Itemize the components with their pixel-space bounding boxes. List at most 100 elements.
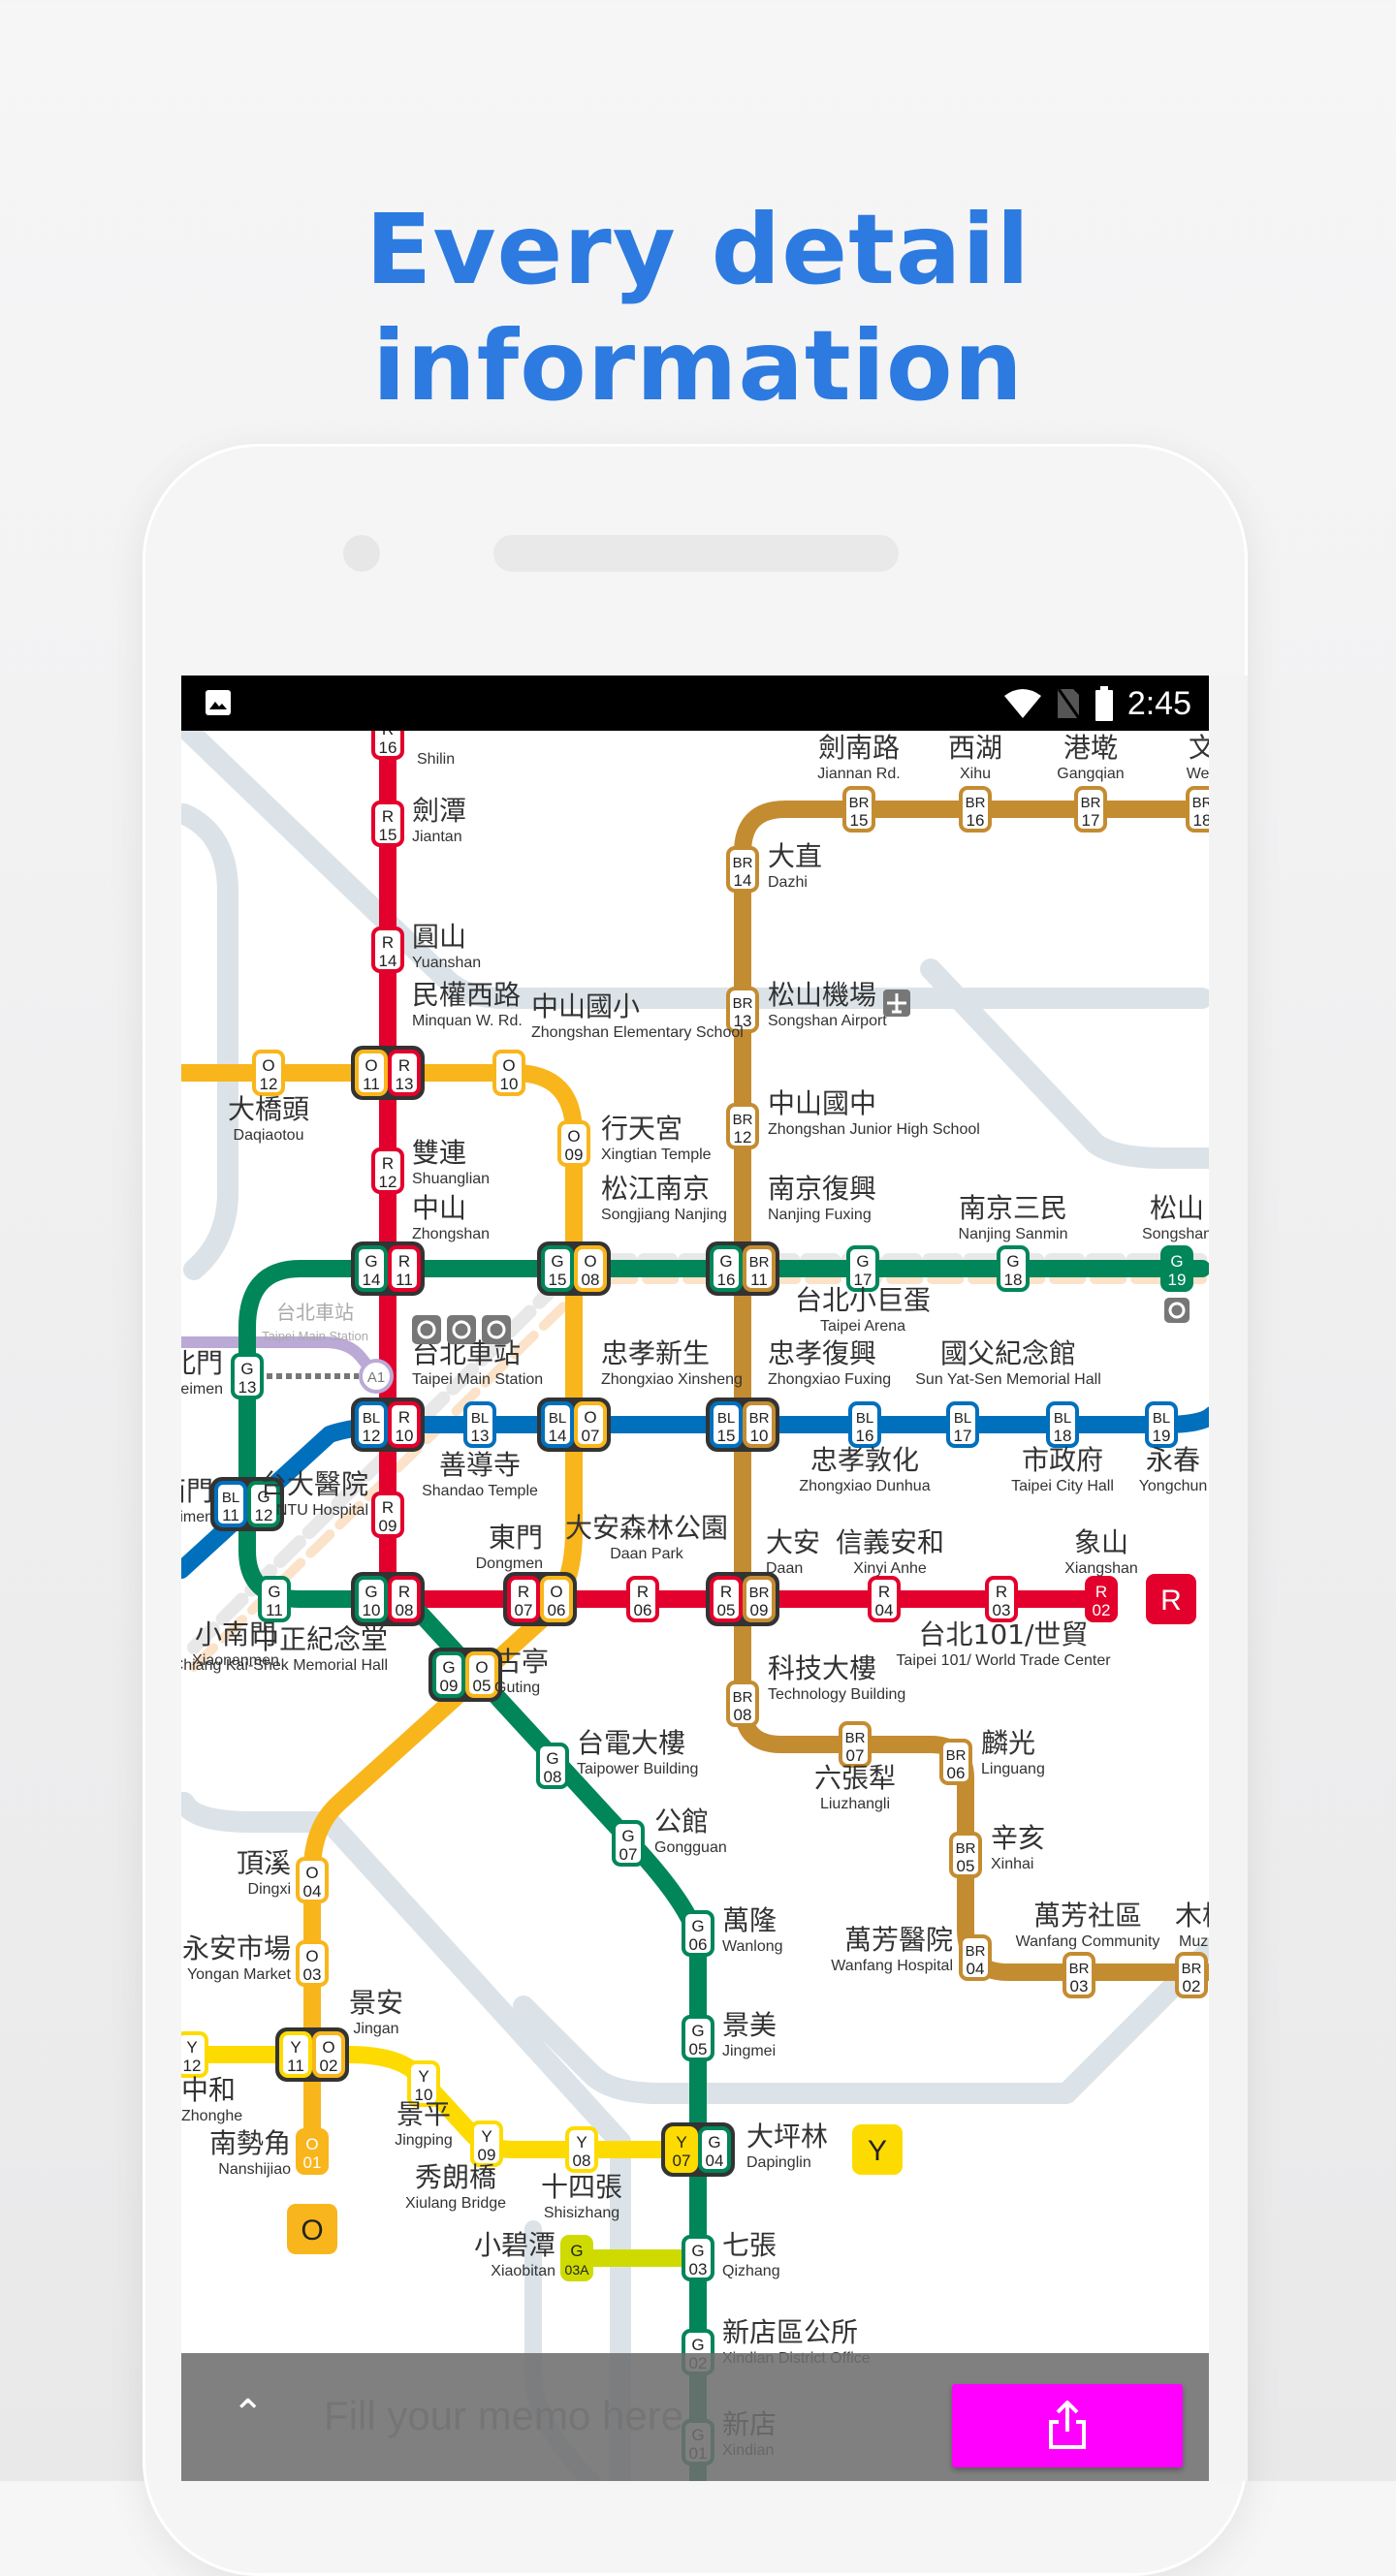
station-marker-g19[interactable]: G19: [1160, 1245, 1193, 1292]
station-marker-bl16[interactable]: BL16: [848, 1401, 881, 1448]
station-label[interactable]: 象山 Xiangshan: [1064, 1526, 1138, 1577]
station-marker-bl18[interactable]: BL18: [1046, 1401, 1079, 1448]
station-label[interactable]: 松山 Songshan: [1142, 1192, 1209, 1242]
station-marker-bl13[interactable]: BL13: [463, 1401, 496, 1448]
station-marker-o12[interactable]: O12: [252, 1050, 285, 1096]
station-label[interactable]: 大坪林 Dapinglin: [746, 2120, 828, 2171]
station-label[interactable]: 圓山 Yuanshan: [412, 921, 481, 971]
station-marker-bl12-r10[interactable]: BL12 R10: [351, 1398, 425, 1452]
station-marker-y08[interactable]: Y08: [565, 2126, 598, 2173]
station-marker-bl15-br10[interactable]: BL15 BR10: [706, 1398, 779, 1452]
station-marker-y12[interactable]: Y12: [181, 2031, 208, 2078]
station-label[interactable]: 台電大樓 Taipower Building: [577, 1727, 698, 1777]
station-marker-o11-r13[interactable]: O11 R13: [351, 1046, 425, 1100]
station-marker-br16[interactable]: BR16: [959, 786, 992, 832]
station-label[interactable]: 民權西路 Minquan W. Rd.: [412, 979, 523, 1029]
line-badge-o[interactable]: O: [287, 2204, 337, 2254]
chevron-up-icon[interactable]: ⌃: [232, 2392, 265, 2436]
station-label[interactable]: 信義安和 Xinyi Anhe: [836, 1526, 944, 1577]
station-label[interactable]: 東門Dongmen: [476, 1522, 543, 1572]
station-marker-r03[interactable]: R03: [985, 1576, 1018, 1622]
station-marker-g14-r11[interactable]: G14 R11: [351, 1241, 425, 1296]
station-marker-r06[interactable]: R06: [626, 1576, 659, 1622]
station-label[interactable]: 港墘 Gangqian: [1057, 732, 1124, 782]
station-label[interactable]: 忠孝新生 Zhongxiao Xinsheng: [601, 1337, 743, 1388]
station-label[interactable]: 劍南路 Jiannan Rd.: [817, 732, 900, 782]
station-label[interactable]: 六張犁 Liuzhangli: [814, 1762, 896, 1812]
station-marker-br03[interactable]: BR03: [1063, 1952, 1095, 1998]
station-marker-g16-br11[interactable]: G16 BR11: [706, 1241, 779, 1296]
station-label[interactable]: 永春 Yongchun: [1139, 1444, 1208, 1494]
station-label[interactable]: 木柵Muzha: [1175, 1900, 1209, 1950]
station-marker-y11-o02[interactable]: Y11 O02: [275, 2027, 349, 2082]
station-label[interactable]: 善導寺 Shandao Temple: [422, 1449, 538, 1499]
station-label[interactable]: 西湖 Xihu: [948, 732, 1002, 782]
station-label[interactable]: 公館Gongguan: [654, 1806, 727, 1856]
station-marker-o10[interactable]: O10: [492, 1050, 525, 1096]
station-label[interactable]: 忠孝復興 Zhongxiao Fuxing: [768, 1337, 891, 1388]
station-marker-bl17[interactable]: BL17: [946, 1401, 979, 1448]
station-label[interactable]: 古亭 Guting: [494, 1646, 549, 1696]
station-label[interactable]: 松江南京 Songjiang Nanjing: [601, 1173, 727, 1223]
station-marker-g07[interactable]: G07: [612, 1820, 645, 1867]
station-marker-r12[interactable]: R12: [371, 1147, 404, 1194]
station-marker-r04[interactable]: R04: [868, 1576, 901, 1622]
station-marker-r07-o06[interactable]: R07 O06: [503, 1572, 577, 1626]
line-badge-r[interactable]: R: [1146, 1574, 1196, 1624]
station-label[interactable]: 萬隆 Wanlong: [722, 1904, 783, 1955]
station-label[interactable]: 松山機場 Songshan Airport: [768, 979, 887, 1029]
station-label[interactable]: 麟光 Linguang: [981, 1727, 1045, 1777]
station-marker-g09-o05[interactable]: G09 O05: [428, 1648, 502, 1702]
station-label[interactable]: 北門 Beimen: [181, 1347, 223, 1398]
station-label[interactable]: 大橋頭 Daqiaotou: [228, 1093, 309, 1144]
station-marker-br15[interactable]: BR15: [842, 786, 875, 832]
station-label[interactable]: 中山 Zhongshan: [412, 1192, 490, 1242]
station-label[interactable]: 大安森林公園 Daan Park: [565, 1512, 728, 1562]
station-marker-a1[interactable]: A1: [359, 1359, 394, 1394]
station-marker-o03[interactable]: O03: [296, 1940, 329, 1987]
station-label[interactable]: 秀朗橋 Xiulang Bridge: [405, 2161, 506, 2212]
station-label[interactable]: 科技大樓 Technology Building: [768, 1652, 905, 1703]
station-marker-br02[interactable]: BR02: [1175, 1952, 1208, 1998]
station-label[interactable]: 景美 Jingmei: [722, 2009, 777, 2059]
station-marker-y09[interactable]: Y09: [470, 2120, 503, 2167]
station-label[interactable]: 萬芳社區Wanfang Community: [1016, 1900, 1160, 1950]
station-label[interactable]: 國父紀念館 Sun Yat-Sen Memorial Hall: [915, 1337, 1101, 1388]
station-label[interactable]: 小碧潭 Xiaobitan: [474, 2229, 555, 2279]
station-label[interactable]: 行天宮 Xingtian Temple: [601, 1113, 712, 1163]
station-marker-r02[interactable]: R02: [1085, 1576, 1118, 1622]
station-label[interactable]: 辛亥 Xinhai: [991, 1822, 1045, 1872]
metro-map[interactable]: R16R15R14O11R13R12G14R11BL12R10R09G10R08…: [181, 731, 1209, 2481]
station-marker-bl19[interactable]: BL19: [1145, 1401, 1178, 1448]
station-marker-br05[interactable]: BR05: [949, 1832, 982, 1878]
station-marker-o01[interactable]: O01: [296, 2128, 329, 2175]
station-marker-br18[interactable]: BR18: [1186, 786, 1209, 832]
station-marker-br08[interactable]: BR08: [726, 1681, 759, 1727]
station-marker-g11[interactable]: G11: [258, 1576, 291, 1622]
station-label[interactable]: 景安 Jingan: [349, 1987, 403, 2037]
station-marker-g06[interactable]: G06: [682, 1910, 714, 1957]
station-marker-g15-o08[interactable]: G15 O08: [537, 1241, 611, 1296]
memo-input[interactable]: [322, 2392, 733, 2440]
station-marker-g18[interactable]: G18: [997, 1245, 1030, 1292]
station-label[interactable]: 七張 Qizhang: [722, 2229, 780, 2279]
station-label[interactable]: 市政府 Taipei City Hall: [1011, 1444, 1114, 1494]
station-marker-br06[interactable]: BR06: [939, 1739, 972, 1785]
station-label[interactable]: 景平 Jingping: [395, 2098, 453, 2149]
share-button[interactable]: [952, 2384, 1183, 2467]
station-label[interactable]: 南京復興 Nanjing Fuxing: [768, 1173, 876, 1223]
station-marker-o04[interactable]: O04: [296, 1857, 329, 1903]
station-marker-br17[interactable]: BR17: [1074, 786, 1107, 832]
station-marker-o09[interactable]: O09: [557, 1120, 590, 1167]
station-marker-br07[interactable]: BR07: [839, 1721, 872, 1768]
station-label[interactable]: 台北101/世貿 Taipei 101/ World Trade Center: [896, 1618, 1111, 1669]
station-label[interactable]: 十四張 Shisizhang: [541, 2171, 622, 2221]
station-marker-g10-r08[interactable]: G10 R08: [351, 1572, 425, 1626]
station-marker-r15[interactable]: R15: [371, 801, 404, 847]
station-label[interactable]: 西門 Ximen: [181, 1475, 213, 1525]
station-label[interactable]: 小南門 Xiaonanmen: [192, 1618, 279, 1669]
station-label[interactable]: 永安市場 Yongan Market: [182, 1932, 292, 1983]
station-marker-br14[interactable]: BR14: [726, 846, 759, 893]
station-label[interactable]: 台北小巨蛋 Taipei Arena: [795, 1284, 931, 1335]
station-label[interactable]: 中山國中 Zhongshan Junior High School: [768, 1087, 980, 1138]
